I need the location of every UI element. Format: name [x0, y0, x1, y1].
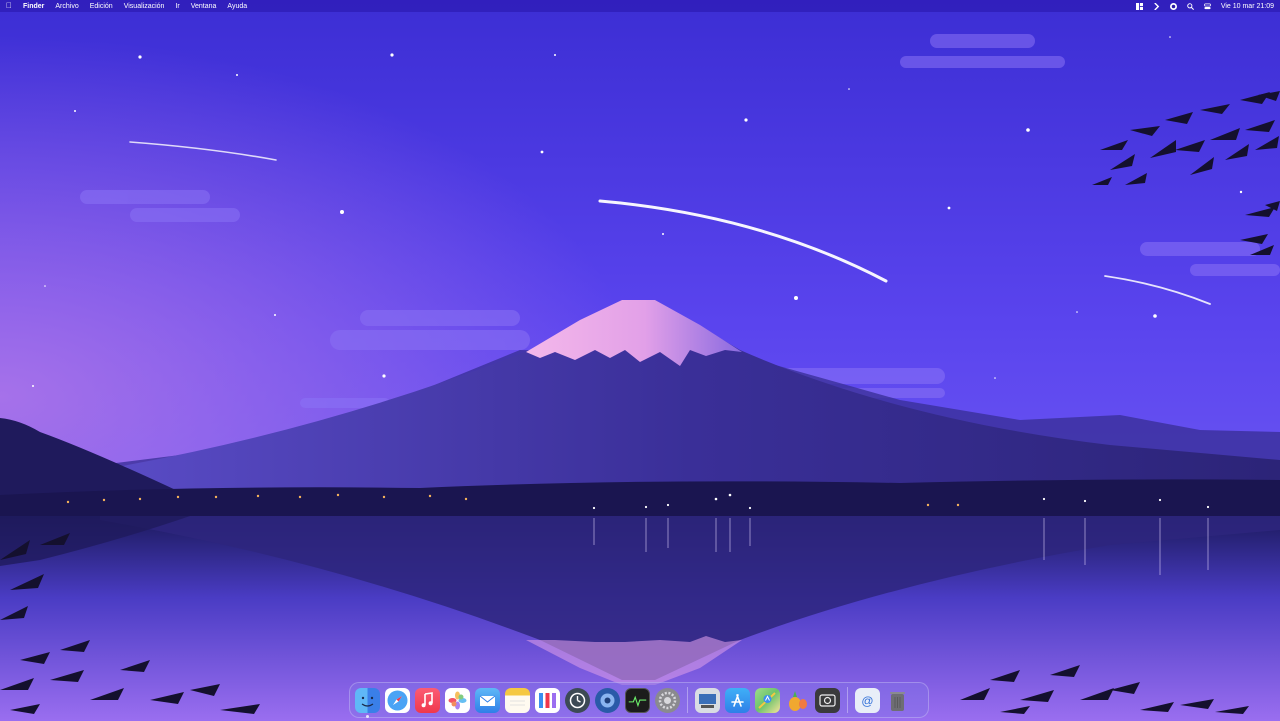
dock-separator — [687, 687, 688, 713]
dock-maps-icon[interactable] — [755, 687, 780, 713]
menu-ir[interactable]: Ir — [175, 3, 179, 10]
menubar-clock[interactable]: Vie 10 mar 21:09 — [1221, 3, 1274, 10]
dock-mail-icon[interactable] — [475, 687, 500, 713]
dock-document-icon[interactable]: @ — [855, 687, 880, 713]
dock-screenshot-icon[interactable] — [815, 687, 840, 713]
desktop-wallpaper — [0, 0, 1280, 721]
dock-reminders-icon[interactable] — [535, 687, 560, 713]
svg-text:@: @ — [861, 694, 873, 708]
dock-app-store-icon[interactable] — [725, 687, 750, 713]
dock-utility-icon[interactable] — [595, 687, 620, 713]
chevron-icon[interactable] — [1153, 2, 1160, 10]
search-icon[interactable] — [1187, 2, 1194, 10]
menu-visualizacion[interactable]: Visualización — [124, 3, 165, 10]
user-icon[interactable] — [1169, 2, 1177, 10]
control-center-icon[interactable] — [1203, 3, 1211, 10]
menu-app-finder[interactable]: Finder — [23, 3, 44, 10]
dock-settings-icon[interactable] — [655, 687, 680, 713]
menu-archivo[interactable]: Archivo — [55, 3, 78, 10]
dock-time-machine-icon[interactable] — [565, 687, 590, 713]
dock-finder-icon[interactable] — [355, 687, 380, 718]
dock-safari-icon[interactable] — [385, 687, 410, 713]
layout-icon[interactable] — [1135, 2, 1143, 10]
apple-icon[interactable]:  — [6, 2, 12, 10]
dock: @ — [349, 682, 929, 718]
menu-edicion[interactable]: Edición — [90, 3, 113, 10]
menu-ventana[interactable]: Ventana — [191, 3, 217, 10]
running-indicator — [366, 714, 369, 718]
dock-preview-icon[interactable] — [695, 687, 720, 713]
dock-activity-monitor-icon[interactable] — [625, 687, 650, 713]
dock-trash-icon[interactable] — [885, 688, 910, 713]
dock-music-icon[interactable] — [415, 687, 440, 713]
menu-bar:  Finder Archivo Edición Visualización I… — [0, 0, 1280, 12]
dock-photos-icon[interactable] — [445, 687, 470, 713]
menu-ayuda[interactable]: Ayuda — [227, 3, 247, 10]
dock-notes-icon[interactable] — [505, 687, 530, 713]
dock-pineapple-icon[interactable] — [785, 688, 810, 713]
dock-separator — [847, 687, 848, 713]
